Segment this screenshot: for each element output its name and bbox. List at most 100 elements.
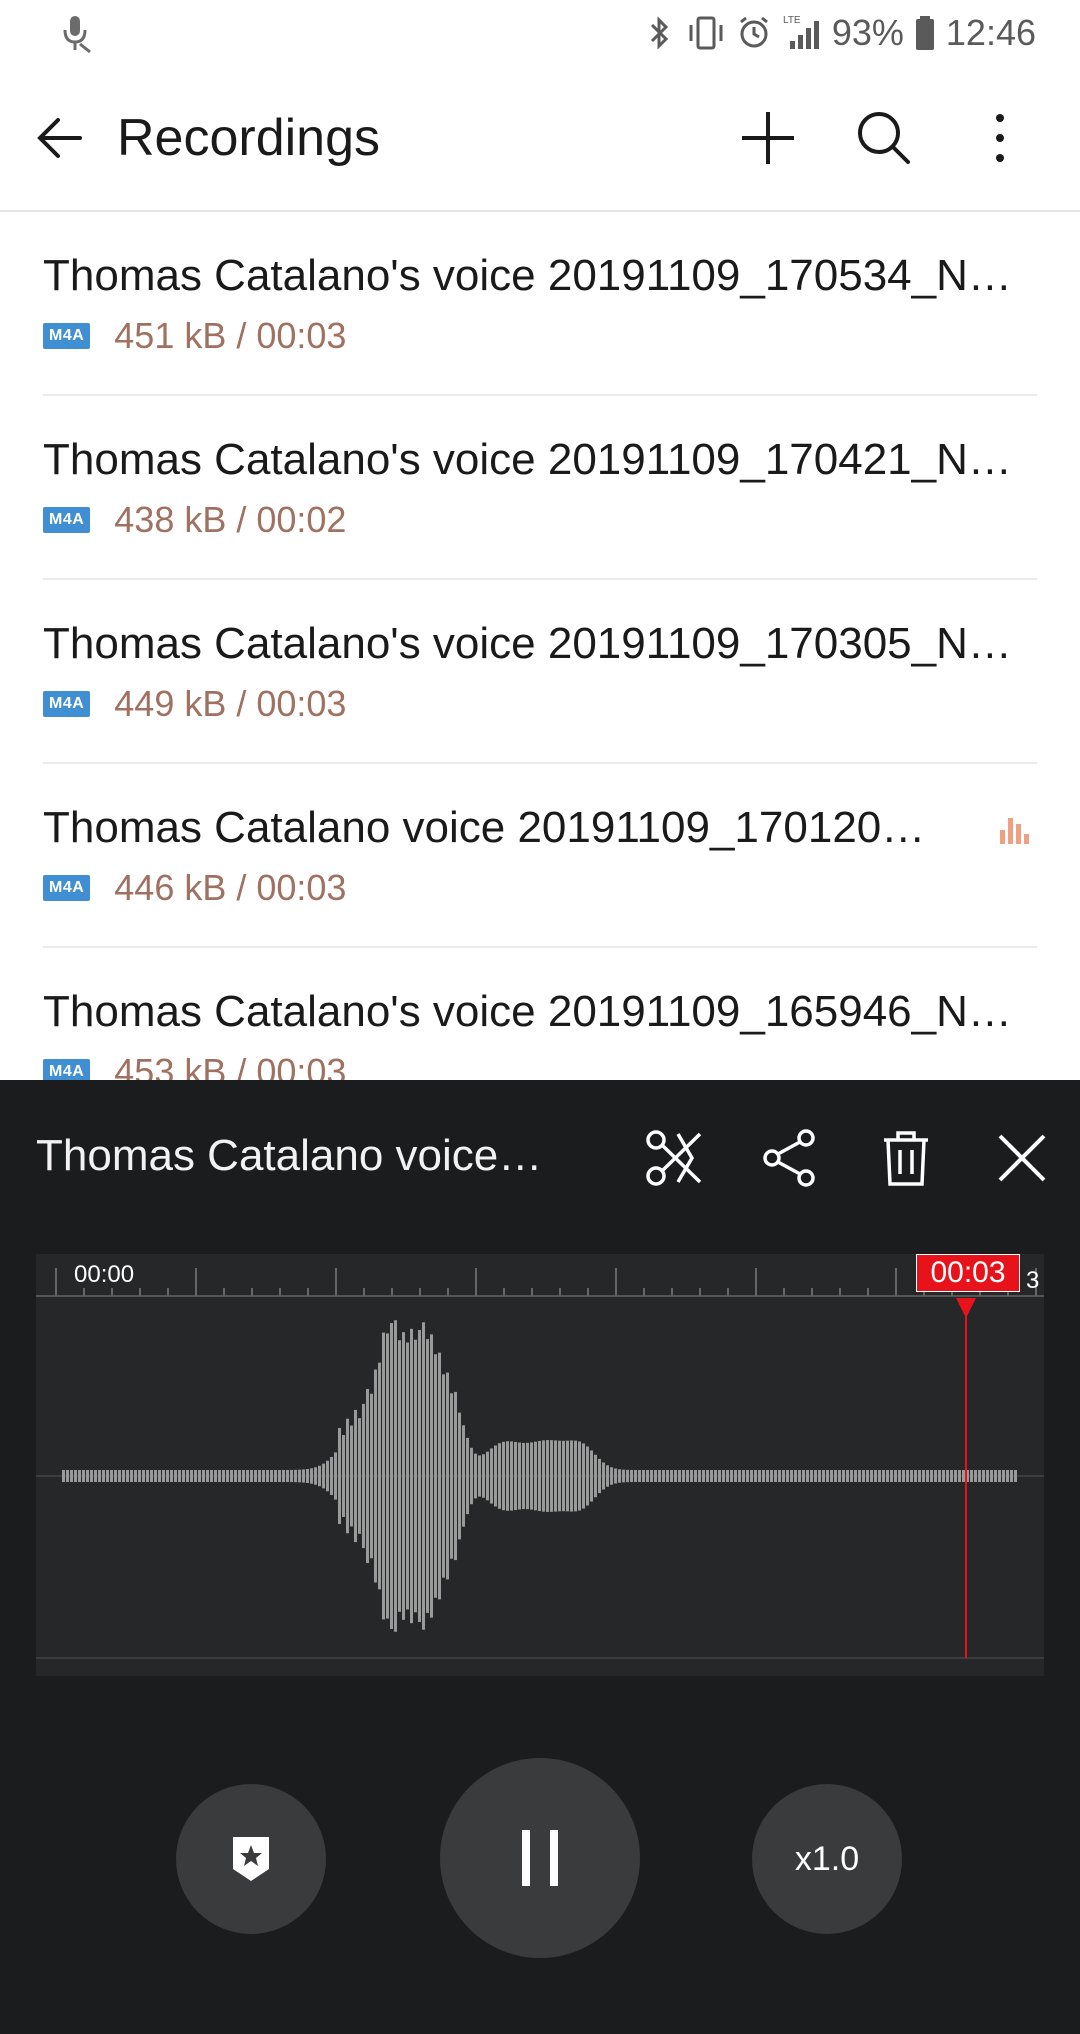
playback-speed-button[interactable]: x1.0 (752, 1784, 902, 1934)
waveform-bar (102, 1470, 105, 1482)
waveform-bar (718, 1470, 721, 1482)
waveform-bar (202, 1470, 205, 1482)
waveform-bar (314, 1467, 317, 1485)
list-item[interactable]: Thomas Catalano voice 20191109_170120… M… (43, 764, 1037, 948)
trim-icon (646, 1130, 702, 1186)
waveform-bar (974, 1470, 977, 1482)
waveform-bar (630, 1469, 633, 1483)
list-item[interactable]: Thomas Catalano's voice 20191109_170305_… (43, 580, 1037, 764)
waveform-bar (426, 1339, 429, 1613)
waveform-bar (758, 1470, 761, 1482)
waveform-bar (734, 1470, 737, 1482)
waveform-bar (558, 1440, 561, 1512)
battery-percent: 93% (831, 12, 904, 53)
player-title: Thomas Catalano voice… (36, 1131, 543, 1180)
delete-icon (884, 1131, 928, 1186)
waveform-bar (278, 1469, 281, 1483)
waveform-bar (1006, 1470, 1009, 1482)
waveform-bar (430, 1334, 433, 1618)
waveform-bar (682, 1470, 685, 1482)
search-button[interactable] (848, 102, 920, 174)
waveform-bar (410, 1328, 413, 1624)
waveform-bar (334, 1452, 337, 1500)
waveform-bar (78, 1470, 81, 1482)
waveform-bar (86, 1470, 89, 1482)
waveform-view[interactable]: 00:00 3 00:03 (36, 1254, 1044, 1676)
list-item[interactable]: Thomas Catalano's voice 20191109_170534_… (43, 212, 1037, 396)
waveform-bar (854, 1470, 857, 1482)
waveform-bar (238, 1470, 241, 1482)
waveform-bar (74, 1470, 77, 1482)
waveform-bar (1010, 1470, 1013, 1482)
pause-icon (522, 1830, 558, 1886)
pause-button[interactable] (440, 1758, 640, 1958)
waveform-bar (390, 1323, 393, 1629)
waveform-bar (478, 1455, 481, 1497)
battery-icon (915, 16, 934, 50)
waveform-bar (762, 1470, 765, 1482)
recording-name: Thomas Catalano voice 20191109_170120… (43, 803, 926, 852)
waveform-bar (310, 1468, 313, 1484)
waveform-bar (822, 1470, 825, 1482)
waveform-bar (422, 1322, 425, 1630)
waveform-bar (514, 1441, 517, 1511)
waveform-bar (914, 1470, 917, 1482)
waveform-bar (714, 1470, 717, 1482)
recording-info: 446 kB / 00:03 (114, 867, 347, 908)
waveform[interactable]: 00:00 3 (36, 1254, 1044, 1676)
waveform-bar (590, 1450, 593, 1502)
waveform-bar (1014, 1470, 1017, 1482)
waveform-bar (498, 1443, 501, 1509)
waveform-bar (338, 1427, 341, 1525)
trim-button[interactable] (640, 1124, 708, 1192)
waveform-bar (146, 1470, 149, 1482)
close-player-button[interactable] (988, 1124, 1056, 1192)
waveform-bar (62, 1470, 65, 1482)
delete-button[interactable] (872, 1124, 940, 1192)
waveform-bar (850, 1470, 853, 1482)
waveform-bar (118, 1470, 121, 1482)
waveform-bar (898, 1470, 901, 1482)
status-bar: LTE 93% 12:46 (0, 0, 1080, 66)
waveform-bar (730, 1470, 733, 1482)
bookmark-button[interactable] (176, 1784, 326, 1934)
waveform-bar (414, 1339, 417, 1613)
playhead-handle[interactable] (956, 1298, 976, 1318)
waveform-bar (642, 1469, 645, 1483)
waveform-bar (574, 1440, 577, 1512)
waveform-bar (134, 1470, 137, 1482)
waveform-bar (206, 1470, 209, 1482)
waveform-bar (198, 1470, 201, 1482)
more-options-button[interactable] (964, 102, 1036, 174)
waveform-bar (466, 1437, 469, 1515)
waveform-bar (830, 1470, 833, 1482)
waveform-bar (982, 1470, 985, 1482)
waveform-bar (694, 1470, 697, 1482)
share-button[interactable] (756, 1124, 824, 1192)
waveform-bar (806, 1470, 809, 1482)
waveform-bar (594, 1454, 597, 1498)
waveform-bar (230, 1470, 233, 1482)
waveform-bar (614, 1468, 617, 1484)
list-item[interactable]: Thomas Catalano's voice 20191109_170421_… (43, 396, 1037, 580)
waveform-bar (1002, 1470, 1005, 1482)
waveform-bar (526, 1442, 529, 1510)
bluetooth-icon (650, 16, 668, 50)
waveform-bar (122, 1470, 125, 1482)
waveform-bar (446, 1372, 449, 1580)
waveform-bar (786, 1470, 789, 1482)
waveform-bar (794, 1470, 797, 1482)
waveform-bar (222, 1470, 225, 1482)
waveform-bar (942, 1470, 945, 1482)
timeline-start-label: 00:00 (74, 1261, 134, 1288)
timeline-end-label: 3 (1026, 1267, 1039, 1294)
waveform-bar (402, 1332, 405, 1620)
waveform-bar (678, 1470, 681, 1482)
waveform-bar (434, 1354, 437, 1598)
waveform-bar (98, 1470, 101, 1482)
add-button[interactable] (732, 102, 804, 174)
waveform-bar (878, 1470, 881, 1482)
waveform-bar (194, 1470, 197, 1482)
waveform-bar (778, 1470, 781, 1482)
back-button[interactable] (30, 106, 94, 170)
